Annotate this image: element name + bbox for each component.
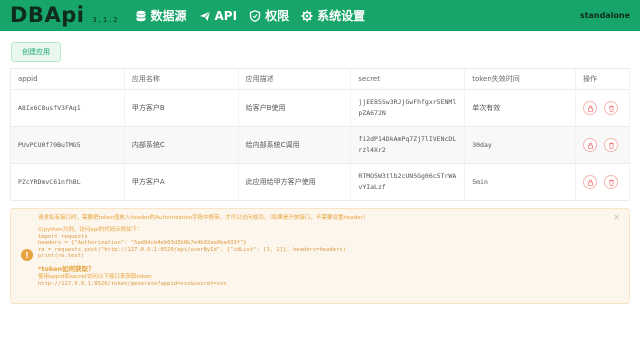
- nav-label-settings: 系统设置: [317, 9, 366, 23]
- delete-button[interactable]: [604, 175, 618, 189]
- app-table: appid 应用名称 应用描述 secret token失效时间 操作 A8Ix…: [10, 68, 630, 201]
- cell-secret: jjEE85Sw3RJjGwFhfgxr5ENMlpZA672N: [350, 89, 466, 127]
- nav-label-datasource: 数据源: [150, 9, 187, 23]
- database-icon: [135, 10, 146, 21]
- alert-line-python-example: 以python为例，访问api的代码示例如下：: [38, 227, 143, 233]
- table-row: A8Ix6C8usfV3FAq1 甲方客户B 给客户B使用 jjEE85Sw3R…: [10, 89, 630, 127]
- trash-icon: [608, 179, 614, 186]
- column-header-appid: appid: [10, 68, 125, 90]
- cell-appid: PZcYRDmvC61nfhBL: [10, 163, 125, 201]
- warning-icon: !: [21, 249, 33, 261]
- main-nav: 数据源 API 权限 系统设置: [135, 7, 378, 24]
- column-header-expire: token失效时间: [464, 68, 576, 90]
- alert-body: 请求私有接口时，需要把token值放入header的Authorization字…: [38, 215, 618, 287]
- send-icon: [199, 10, 210, 21]
- column-header-actions: 操作: [575, 68, 630, 90]
- nav-item-permission[interactable]: 权限: [249, 7, 289, 24]
- nav-label-permission: 权限: [265, 9, 290, 23]
- app-version: 3.1.2: [92, 15, 119, 24]
- cell-description: 此应用给甲方客户使用: [238, 163, 352, 201]
- column-header-secret: secret: [350, 68, 466, 90]
- cell-name: 内部系统C: [124, 126, 239, 164]
- create-app-button[interactable]: 创建应用: [11, 42, 61, 62]
- cell-name: 甲方客户A: [124, 163, 239, 201]
- cell-expire: 单次有效: [464, 89, 576, 127]
- shield-icon: [249, 9, 261, 22]
- token-usage-alert: ! ✕ 请求私有接口时，需要把token值放入header的Authorizat…: [10, 208, 630, 304]
- deploy-mode-label: standalone: [579, 11, 630, 20]
- cell-appid: PUvPCU0f70BuTMG5: [10, 126, 125, 164]
- lock-button[interactable]: [583, 101, 597, 115]
- cell-name: 甲方客户B: [124, 89, 239, 127]
- delete-button[interactable]: [604, 101, 618, 115]
- table-row: PUvPCU0f70BuTMG5 内部系统C 给内部系统C调用 fi2dP14D…: [10, 126, 630, 164]
- nav-item-datasource[interactable]: 数据源: [135, 7, 187, 24]
- table-row: PZcYRDmvC61nfhBL 甲方客户A 此应用给甲方客户使用 RTMO5W…: [10, 163, 630, 201]
- column-header-name: 应用名称: [124, 68, 239, 90]
- app-logo: DBApi: [10, 3, 85, 27]
- cell-secret: fi2dP14DkAmPq7Zj7lIVENcDLrzl4Xr2: [350, 126, 466, 164]
- alert-line-authorization: 请求私有接口时，需要把token值放入header的Authorization字…: [38, 215, 369, 221]
- cell-actions: [575, 126, 630, 164]
- cell-description: 给客户B使用: [238, 89, 352, 127]
- cell-description: 给内部系统C调用: [238, 126, 352, 164]
- cell-actions: [575, 89, 630, 127]
- table-header-row: appid 应用名称 应用描述 secret token失效时间 操作: [10, 68, 630, 90]
- alert-how-title: *token如何获取？: [38, 264, 95, 273]
- trash-icon: [608, 142, 614, 149]
- lock-button[interactable]: [583, 175, 597, 189]
- delete-button[interactable]: [604, 138, 618, 152]
- column-header-description: 应用描述: [238, 68, 352, 90]
- gear-icon: [301, 10, 313, 21]
- lock-icon: [587, 142, 593, 149]
- cell-appid: A8Ix6C8usfV3FAq1: [10, 89, 125, 127]
- cell-actions: [575, 163, 630, 201]
- nav-item-api[interactable]: API: [199, 8, 238, 23]
- token-url: http://127.0.0.1:8520/token/generate?app…: [38, 280, 227, 287]
- nav-label-api: API: [214, 8, 238, 23]
- cell-expire: 5min: [464, 163, 576, 201]
- top-header: DBApi 3.1.2 数据源 API 权限 系统设置 standalone: [0, 0, 640, 31]
- lock-icon: [587, 179, 593, 186]
- trash-icon: [608, 105, 614, 112]
- lock-icon: [587, 105, 593, 112]
- nav-item-settings[interactable]: 系统设置: [301, 7, 365, 24]
- alert-how-line: 使用appid和secret访问以下接口来获取token: [38, 273, 152, 280]
- lock-button[interactable]: [583, 138, 597, 152]
- cell-secret: RTMO5W3tlb2cUN5Gg06c5TrWAvYIaLzf: [350, 163, 466, 201]
- cell-expire: 30day: [464, 126, 576, 164]
